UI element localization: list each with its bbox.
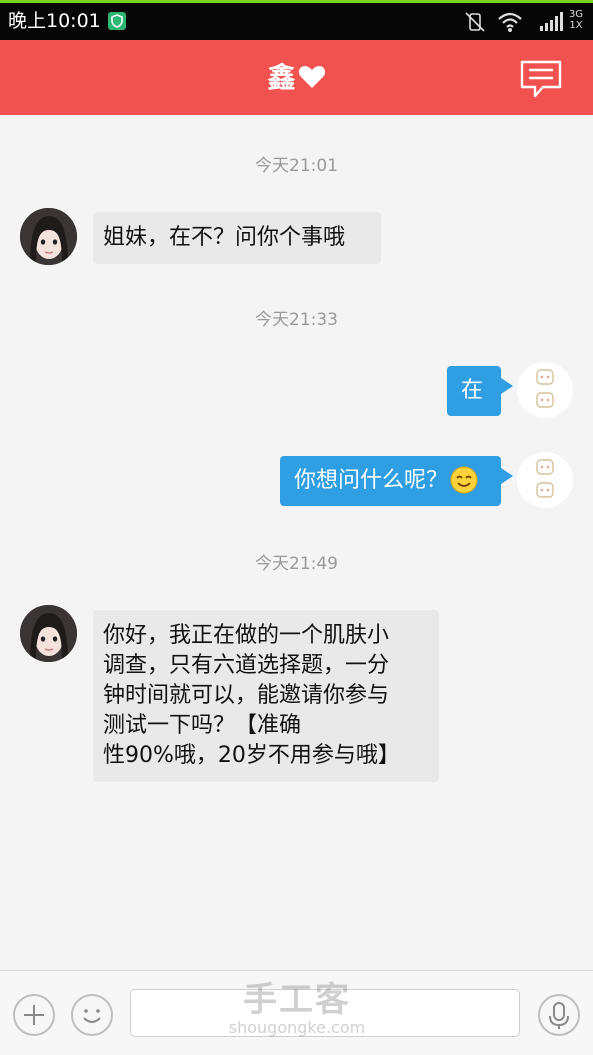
contact-name: 鑫: [267, 61, 296, 94]
microphone-icon: [549, 1002, 569, 1029]
wifi-icon: [498, 12, 522, 32]
heart-icon: [298, 65, 325, 88]
status-bar: 晚上10:01 3G 1X: [0, 0, 593, 40]
timestamp: 今天21:49: [255, 554, 338, 574]
message-text: 你想问什么呢？: [294, 468, 449, 493]
network-bottom: 1X: [569, 20, 583, 31]
vibrate-off-icon: [465, 12, 485, 32]
message-text: 姐妹，在不？问你个事哦: [103, 225, 346, 250]
avatar[interactable]: [20, 208, 77, 265]
smile-emoji-icon: [450, 466, 478, 493]
avatar-self[interactable]: [517, 452, 573, 508]
message-list-icon[interactable]: [519, 59, 563, 99]
cat-avatar-icon: [517, 362, 573, 418]
plus-button[interactable]: [13, 994, 55, 1036]
plus-icon: [24, 1005, 44, 1025]
emoji-button[interactable]: [71, 994, 113, 1036]
watermark: 手工客 shougongke.com: [212, 981, 382, 1037]
message-list[interactable]: 今天21:01 姐妹，在不？问你个事哦 今天21:33 在 你想问什么呢？ 今天…: [0, 115, 593, 970]
message-line: 测试一下吗？【准确: [103, 713, 302, 738]
watermark-title: 手工客: [243, 980, 351, 1020]
status-time: 晚上10:01: [8, 10, 101, 32]
network-top: 3G: [568, 9, 584, 20]
contact-name-row: 鑫: [0, 40, 593, 115]
shield-icon: [108, 12, 126, 30]
message-line: 钟时间就可以，能邀请你参与: [103, 683, 390, 708]
message-bubble-outgoing[interactable]: 在: [447, 366, 513, 416]
message-line: 你好，我正在做的一个肌肤小: [103, 623, 390, 648]
watermark-url: shougongke.com: [228, 1018, 366, 1037]
chat-header: 鑫: [0, 40, 593, 115]
timestamp: 今天21:01: [255, 156, 338, 176]
network-type: 3G 1X: [567, 9, 585, 31]
signal-icon: [540, 12, 563, 31]
message-bubble-outgoing[interactable]: 你想问什么呢？: [280, 456, 513, 506]
message-text: 在: [461, 378, 484, 403]
message-line: 调查，只有六道选择题，一分: [103, 653, 390, 678]
avatar-portrait: [20, 605, 77, 662]
cat-avatar-icon: [517, 452, 573, 508]
avatar[interactable]: [20, 605, 77, 662]
avatar-self[interactable]: [517, 362, 573, 418]
message-bubble-incoming[interactable]: 姐妹，在不？问你个事哦: [93, 212, 381, 264]
avatar-portrait: [20, 208, 77, 265]
message-line: 性90%哦，20岁不用参与哦】: [103, 743, 400, 768]
voice-button[interactable]: [538, 994, 580, 1036]
emoji-icon: [83, 1009, 101, 1023]
message-bubble-incoming[interactable]: 你好，我正在做的一个肌肤小 调查，只有六道选择题，一分 钟时间就可以，能邀请你参…: [93, 610, 439, 782]
timestamp: 今天21:33: [255, 310, 338, 330]
